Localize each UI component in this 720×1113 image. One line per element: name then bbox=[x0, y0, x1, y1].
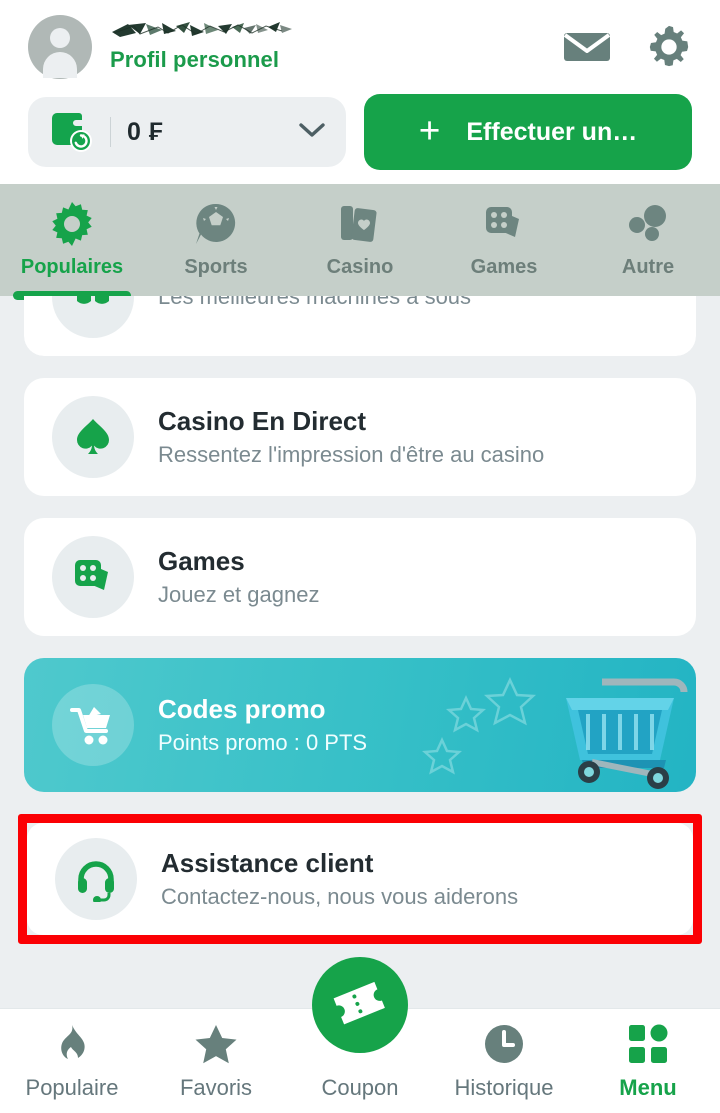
profile-label: Profil personnel bbox=[110, 47, 280, 72]
ticket-icon bbox=[333, 981, 385, 1025]
category-tab-games[interactable]: Games bbox=[432, 184, 576, 296]
promo-text: Codes promo Points promo : 0 PTS bbox=[158, 694, 367, 756]
nav-item-populaire[interactable]: Populaire bbox=[0, 1021, 144, 1101]
nav-item-menu[interactable]: Menu bbox=[576, 1021, 720, 1101]
dice-cards-icon bbox=[481, 201, 527, 247]
profile-block[interactable]: Profil personnel bbox=[110, 21, 298, 73]
balance-pill[interactable]: 0 ₣ bbox=[28, 97, 346, 167]
coupon-fab[interactable] bbox=[312, 957, 408, 1053]
nav-item-favoris[interactable]: Favoris bbox=[144, 1021, 288, 1101]
promo-subtitle: Points promo : 0 PTS bbox=[158, 730, 368, 755]
nav-item-label: Menu bbox=[619, 1075, 677, 1100]
clock-icon bbox=[483, 1021, 525, 1065]
list-item-title: Games bbox=[158, 546, 245, 576]
wallet-refresh-icon bbox=[48, 110, 94, 154]
list-item-subtitle: Les meilleures machines à sous bbox=[158, 296, 472, 309]
header-actions bbox=[564, 24, 692, 70]
shopping-cart-illustration bbox=[421, 677, 688, 789]
list-item-subtitle: Contactez-nous, nous vous aiderons bbox=[161, 884, 519, 909]
starburst-icon bbox=[49, 201, 95, 247]
spade-icon bbox=[52, 396, 134, 478]
category-tab-sports[interactable]: Sports bbox=[144, 184, 288, 296]
list-item-clipped-wrapper: Les meilleures machines à sous bbox=[24, 296, 696, 356]
promo-title: Codes promo bbox=[158, 694, 326, 724]
app-root: Profil personnel 0 ₣ + Effectuer un… Pop… bbox=[0, 0, 720, 1113]
star-icon bbox=[194, 1021, 238, 1065]
chevron-down-icon[interactable] bbox=[298, 121, 326, 144]
list-item-assistance-client[interactable]: Assistance client Contactez-nous, nous v… bbox=[27, 823, 693, 935]
grid-menu-icon bbox=[627, 1021, 669, 1065]
category-tab-label: Autre bbox=[621, 256, 675, 278]
nav-item-label: Coupon bbox=[321, 1075, 399, 1100]
category-tab-label: Populaires bbox=[20, 256, 124, 278]
category-tab-label: Casino bbox=[326, 256, 394, 278]
list-item-games[interactable]: Games Jouez et gagnez bbox=[24, 518, 696, 636]
shopping-cart-icon bbox=[52, 684, 134, 766]
username-redacted bbox=[110, 21, 298, 43]
header-top-row: Profil personnel bbox=[28, 10, 692, 84]
nav-item-label: Historique bbox=[454, 1075, 554, 1100]
menu-list: Les meilleures machines à sous Casino En… bbox=[0, 296, 720, 956]
nav-item-label: Favoris bbox=[179, 1075, 253, 1100]
list-item-text: Les meilleures machines à sous bbox=[158, 296, 471, 310]
plus-icon: + bbox=[418, 110, 441, 151]
list-item-text: Assistance client Contactez-nous, nous v… bbox=[161, 848, 518, 910]
slot-machine-icon bbox=[52, 296, 134, 338]
category-tab-label: Sports bbox=[184, 256, 248, 278]
nav-item-historique[interactable]: Historique bbox=[432, 1021, 576, 1101]
list-item-slots[interactable]: Les meilleures machines à sous bbox=[24, 296, 696, 356]
category-tab-casino[interactable]: Casino bbox=[288, 184, 432, 296]
list-item-subtitle: Jouez et gagnez bbox=[158, 582, 320, 607]
deposit-button[interactable]: + Effectuer un… bbox=[364, 94, 692, 170]
three-dots-icon bbox=[625, 201, 671, 247]
list-item-title: Assistance client bbox=[161, 848, 374, 878]
mail-icon[interactable] bbox=[564, 24, 610, 70]
gear-icon[interactable] bbox=[646, 24, 692, 70]
avatar[interactable] bbox=[28, 15, 92, 79]
nav-item-label: Populaire bbox=[25, 1075, 119, 1100]
category-tab-autre[interactable]: Autre bbox=[576, 184, 720, 296]
balance-amount: 0 ₣ bbox=[127, 117, 164, 146]
category-tab-bar: Populaires Sports Casino Games Autre bbox=[0, 184, 720, 300]
list-item-subtitle: Ressentez l'impression d'être au casino bbox=[158, 442, 545, 467]
category-tab-label: Games bbox=[470, 256, 538, 278]
headset-icon bbox=[55, 838, 137, 920]
list-item-casino-en-direct[interactable]: Casino En Direct Ressentez l'impression … bbox=[24, 378, 696, 496]
promo-banner[interactable]: Codes promo Points promo : 0 PTS bbox=[24, 658, 696, 792]
dice-cards-icon bbox=[52, 536, 134, 618]
playing-cards-icon bbox=[337, 201, 383, 247]
soccer-ball-icon bbox=[193, 201, 239, 247]
flame-icon bbox=[53, 1021, 91, 1065]
deposit-button-label: Effectuer un… bbox=[466, 117, 638, 146]
list-item-title: Casino En Direct bbox=[158, 406, 367, 436]
highlight-annotation: Assistance client Contactez-nous, nous v… bbox=[18, 814, 702, 944]
header: Profil personnel 0 ₣ + Effectuer un… bbox=[0, 0, 720, 184]
header-balance-row: 0 ₣ + Effectuer un… bbox=[28, 94, 692, 170]
list-item-text: Casino En Direct Ressentez l'impression … bbox=[158, 406, 544, 468]
list-item-text: Games Jouez et gagnez bbox=[158, 546, 319, 608]
category-tab-populaires[interactable]: Populaires bbox=[0, 184, 144, 300]
pill-divider bbox=[110, 117, 111, 147]
